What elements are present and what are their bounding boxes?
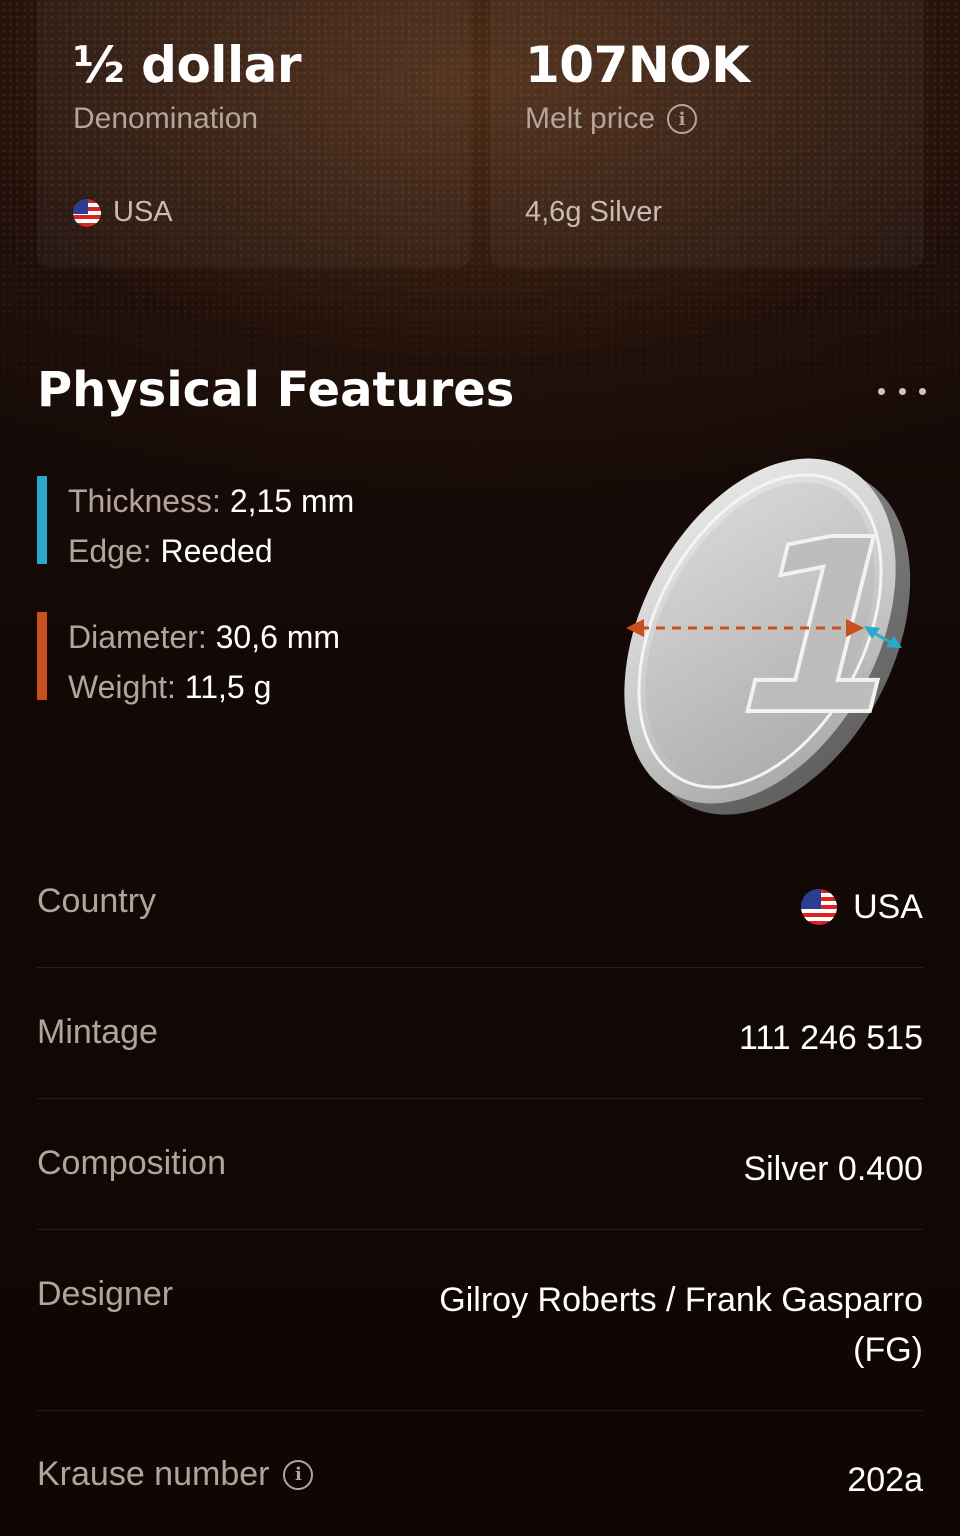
diameter-row: Diameter: 30,6 mm (68, 612, 340, 662)
detail-row-krause: Krause number i 202a (37, 1455, 923, 1525)
us-flag-icon (73, 198, 101, 227)
melt-price-label: Melt price i (525, 102, 698, 136)
denomination-card: ½ dollar Denomination USA (37, 0, 471, 268)
weight-label: Weight: (68, 669, 176, 705)
detail-row-composition: Composition Silver 0.400 (37, 1144, 923, 1230)
detail-row-country: Country USA (37, 882, 923, 968)
krause-label-text: Krause number (37, 1455, 270, 1493)
krause-label: Krause number i (37, 1455, 314, 1494)
composition-label: Composition (37, 1144, 226, 1182)
section-title: Physical Features (37, 362, 515, 418)
denomination-label-text: Denomination (73, 102, 259, 135)
mintage-label: Mintage (37, 1013, 158, 1051)
diameter-value: 30,6 mm (215, 619, 341, 655)
thickness-accent-bar (37, 476, 47, 564)
denomination-value: ½ dollar (73, 36, 301, 94)
krause-value: 202a (847, 1461, 923, 1499)
info-icon[interactable]: i (667, 104, 698, 134)
more-icon[interactable] (878, 376, 926, 406)
weight-row: Weight: 11,5 g (68, 662, 340, 712)
info-icon[interactable]: i (283, 1459, 314, 1490)
country-label: Country (37, 882, 157, 920)
mintage-value: 111 246 515 (738, 1019, 923, 1057)
designer-value: Gilroy Roberts / Frank Gasparro (FG) (439, 1281, 923, 1369)
edge-value: Reeded (160, 533, 273, 569)
thickness-edge-group: Thickness: 2,15 mm Edge: Reeded (37, 476, 354, 576)
us-flag-icon (801, 889, 838, 925)
country-chip: USA (73, 196, 173, 229)
country-chip-text: USA (113, 196, 173, 228)
edge-label: Edge: (68, 533, 152, 569)
melt-price-label-text: Melt price (525, 102, 656, 135)
composition-value: Silver 0.400 (743, 1150, 923, 1188)
edge-row: Edge: Reeded (68, 526, 354, 576)
weight-value: 11,5 g (184, 669, 272, 705)
coin-illustration: 1 (624, 458, 930, 815)
designer-label: Designer (37, 1275, 174, 1313)
thickness-row: Thickness: 2,15 mm (68, 476, 354, 526)
melt-price-value: 107NOK (525, 36, 750, 94)
diameter-weight-group: Diameter: 30,6 mm Weight: 11,5 g (37, 612, 340, 712)
diameter-label: Diameter: (68, 619, 207, 655)
denomination-label: Denomination (73, 102, 258, 136)
detail-row-mintage: Mintage 111 246 515 (37, 1013, 923, 1099)
melt-price-card[interactable]: 107NOK Melt price i 4,6g Silver (490, 0, 924, 268)
thickness-label: Thickness: (68, 483, 221, 519)
country-value-text: USA (853, 888, 923, 926)
diameter-accent-bar (37, 612, 47, 700)
coin-detail-page: ½ dollar Denomination USA 107NOK Melt pr… (0, 0, 960, 1536)
metal-content: 4,6g Silver (525, 196, 663, 228)
thickness-value: 2,15 mm (229, 483, 355, 519)
country-value: USA (801, 882, 923, 932)
detail-row-designer: Designer Gilroy Roberts / Frank Gasparro… (37, 1275, 923, 1411)
